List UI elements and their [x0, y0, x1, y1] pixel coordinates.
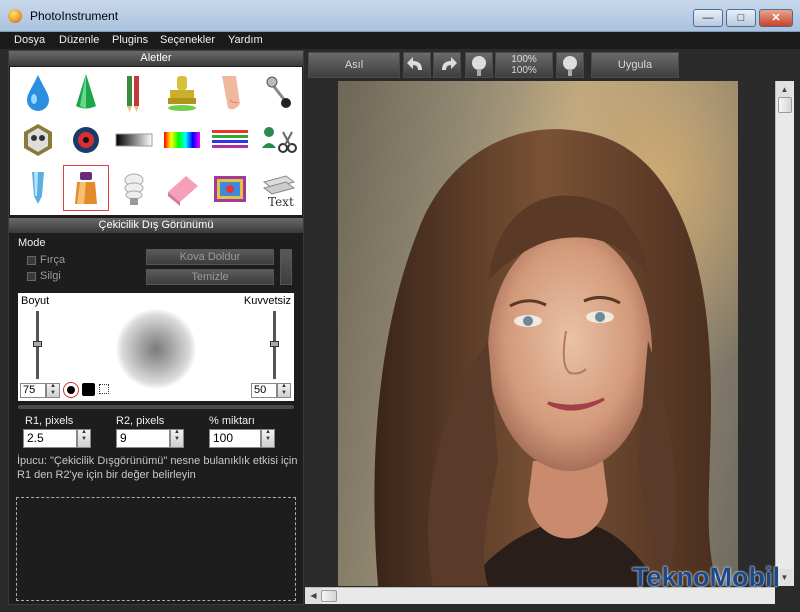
maximize-button[interactable]: □: [726, 9, 756, 27]
scroll-up-icon[interactable]: ▲: [776, 81, 793, 98]
menu-plugins[interactable]: Plugins: [112, 34, 148, 46]
scroll-left-icon[interactable]: ◀: [305, 588, 322, 604]
color-lines-tool-icon[interactable]: [208, 118, 252, 162]
amount-spinner[interactable]: [261, 429, 275, 448]
bulb-tool-icon[interactable]: [112, 166, 156, 210]
brush-option-label: Fırça: [40, 254, 66, 266]
horizontal-scroll-thumb[interactable]: [321, 590, 337, 602]
strength-spinner[interactable]: [277, 383, 291, 398]
divider: [18, 405, 294, 409]
clear-button[interactable]: Temizle: [146, 269, 274, 285]
eraser-option-label: Silgi: [40, 270, 61, 282]
strength-value-input[interactable]: 50: [251, 383, 277, 398]
r2-input[interactable]: 9: [116, 429, 170, 448]
minimize-button[interactable]: —: [693, 9, 723, 27]
zoom-in-button[interactable]: [556, 52, 584, 78]
brush-settings-box: Boyut Kuvvetsiz 75 50: [18, 293, 294, 401]
mask-tool-icon[interactable]: [16, 118, 60, 162]
zoom-in-icon: [563, 56, 577, 76]
menu-dosya[interactable]: Dosya: [14, 34, 45, 46]
r1-spinner[interactable]: [77, 429, 91, 448]
strength-label: Kuvvetsiz: [243, 295, 291, 307]
menu-yardim[interactable]: Yardım: [228, 34, 263, 46]
text-tool-icon[interactable]: Text: [256, 166, 300, 210]
size-slider-knob[interactable]: [33, 341, 42, 347]
tools-panel-header: Aletler: [9, 51, 303, 66]
app-icon: [8, 9, 22, 23]
size-label: Boyut: [21, 295, 50, 307]
mode-scroll-bar[interactable]: [280, 249, 292, 285]
attractive-look-tool-icon[interactable]: [63, 165, 109, 211]
menu-duzenle[interactable]: Düzenle: [59, 34, 99, 46]
portrait-photo: [338, 81, 738, 586]
vertical-scrollbar[interactable]: ▲ ▼: [775, 81, 794, 586]
original-button[interactable]: Asıl: [308, 52, 400, 78]
finger-smudge-tool-icon[interactable]: [208, 70, 252, 114]
zoom-out-button[interactable]: [465, 52, 493, 78]
drop-tool-icon[interactable]: [16, 70, 60, 114]
mode-label: Mode: [18, 237, 46, 249]
window-title: PhotoInstrument: [30, 9, 119, 23]
brush-pencil-tool-icon[interactable]: [112, 70, 156, 114]
svg-text:Text: Text: [268, 195, 294, 209]
hint-line-1: İpucu: "Çekicilik Dışgörünümü" nesne bul…: [17, 455, 298, 467]
zoom-level-top: 100%: [511, 54, 537, 65]
size-value-input[interactable]: 75: [20, 383, 46, 398]
amount-input[interactable]: 100: [209, 429, 261, 448]
undo-button[interactable]: [403, 52, 431, 78]
eraser-tool-icon[interactable]: [160, 166, 204, 210]
redeye-tool-icon[interactable]: [64, 118, 108, 162]
redo-icon: [442, 57, 457, 70]
cone-tool-icon[interactable]: [64, 70, 108, 114]
amount-label: % miktarı: [209, 415, 255, 427]
settings-panel-header: Çekicilik Dış Görünümü: [9, 218, 303, 233]
menu-secenekler[interactable]: Seçenekler: [160, 34, 215, 46]
toolbar: Asıl 100% 100% Uygula: [305, 50, 800, 80]
brush-preview: [116, 309, 196, 389]
r1-label: R1, pixels: [25, 415, 74, 427]
fill-bucket-button[interactable]: Kova Doldur: [146, 249, 274, 265]
r1-input[interactable]: 2.5: [23, 429, 77, 448]
menu-bar: Dosya Düzenle Plugins Seçenekler Yardım: [0, 32, 800, 49]
pin-tool-icon[interactable]: [256, 70, 300, 114]
effect-preview-area: [16, 497, 296, 601]
gradient-tool-icon[interactable]: [112, 118, 156, 162]
color-spectrum-tool-icon[interactable]: [160, 118, 204, 162]
brush-radio[interactable]: [27, 256, 36, 265]
undo-icon: [407, 57, 422, 70]
zoom-level[interactable]: 100% 100%: [495, 52, 553, 78]
round-brush-button[interactable]: [63, 382, 79, 398]
stamp-tool-icon[interactable]: [160, 70, 204, 114]
chisel-tool-icon[interactable]: [16, 166, 60, 210]
size-spinner[interactable]: [46, 383, 60, 398]
zoom-out-icon: [472, 56, 486, 76]
selection-brush-button[interactable]: [99, 384, 109, 394]
title-bar: PhotoInstrument — □ ✕: [0, 0, 800, 32]
strength-slider-knob[interactable]: [270, 341, 279, 347]
clone-scissors-tool-icon[interactable]: [256, 118, 300, 162]
r2-spinner[interactable]: [170, 429, 184, 448]
watermark-text: TeknoMobil: [632, 562, 780, 592]
close-button[interactable]: ✕: [759, 9, 793, 27]
r2-label: R2, pixels: [116, 415, 165, 427]
apply-button[interactable]: Uygula: [591, 52, 679, 78]
hint-line-2: R1 den R2'ye için bir değer belirleyin: [17, 469, 196, 481]
image-canvas[interactable]: [305, 81, 775, 586]
texture-tool-icon[interactable]: [208, 166, 252, 210]
redo-button[interactable]: [433, 52, 461, 78]
eraser-radio[interactable]: [27, 272, 36, 281]
portrait-illustration: [338, 81, 738, 586]
left-panel: Aletler Text Çekicilik Dış Görünümü Mode…: [8, 50, 304, 605]
zoom-level-bottom: 100%: [511, 65, 537, 76]
tools-grid: Text: [10, 67, 302, 215]
vertical-scroll-thumb[interactable]: [778, 97, 792, 113]
square-brush-button[interactable]: [82, 383, 95, 396]
